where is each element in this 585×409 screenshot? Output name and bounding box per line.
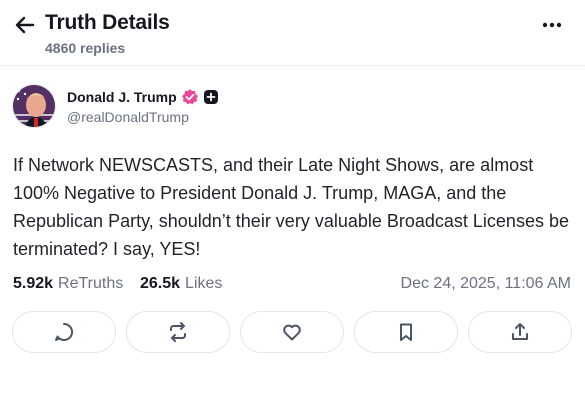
more-options-button[interactable] [539, 14, 565, 36]
retruth-button[interactable] [126, 311, 230, 353]
reply-button[interactable] [12, 311, 116, 353]
share-button[interactable] [468, 311, 572, 353]
bookmark-button[interactable] [354, 311, 458, 353]
verified-badge-icon [181, 89, 198, 105]
post-timestamp: Dec 24, 2025, 11:06 AM [400, 275, 571, 292]
reply-count: 4860 replies [45, 40, 126, 56]
retruth-icon [170, 322, 186, 342]
like-icon [283, 324, 301, 341]
author-display-name[interactable]: Donald J. Trump [67, 89, 177, 105]
page-title: Truth Details [45, 11, 170, 34]
like-button[interactable] [240, 311, 344, 353]
arrow-left-icon [15, 16, 35, 34]
top-bar: Truth Details 4860 replies [0, 0, 585, 66]
more-horizontal-icon [542, 22, 562, 28]
retruths-stat[interactable]: 5.92k ReTruths [13, 275, 123, 293]
retruths-count: 5.92k [13, 275, 54, 292]
post-body: If Network NEWSCASTS, and their Late Nig… [13, 155, 569, 259]
reply-icon [55, 322, 73, 341]
back-button[interactable] [12, 12, 38, 38]
author-name-row: Donald J. Trump [67, 88, 219, 106]
post-stats: 5.92k ReTruths 26.5k Likes Dec 24, 2025,… [13, 275, 571, 297]
likes-stat[interactable]: 26.5k Likes [140, 275, 222, 293]
share-icon [512, 323, 528, 340]
retruths-label: ReTruths [58, 275, 124, 292]
post-author: Donald J. Trump @realDonaldTrump [12, 84, 572, 130]
bookmark-icon [400, 323, 412, 341]
action-bar [12, 311, 573, 353]
avatar[interactable] [12, 84, 56, 128]
author-handle[interactable]: @realDonaldTrump [67, 109, 189, 125]
likes-label: Likes [185, 275, 223, 292]
likes-count: 26.5k [140, 275, 181, 292]
plus-badge-icon [203, 90, 218, 104]
